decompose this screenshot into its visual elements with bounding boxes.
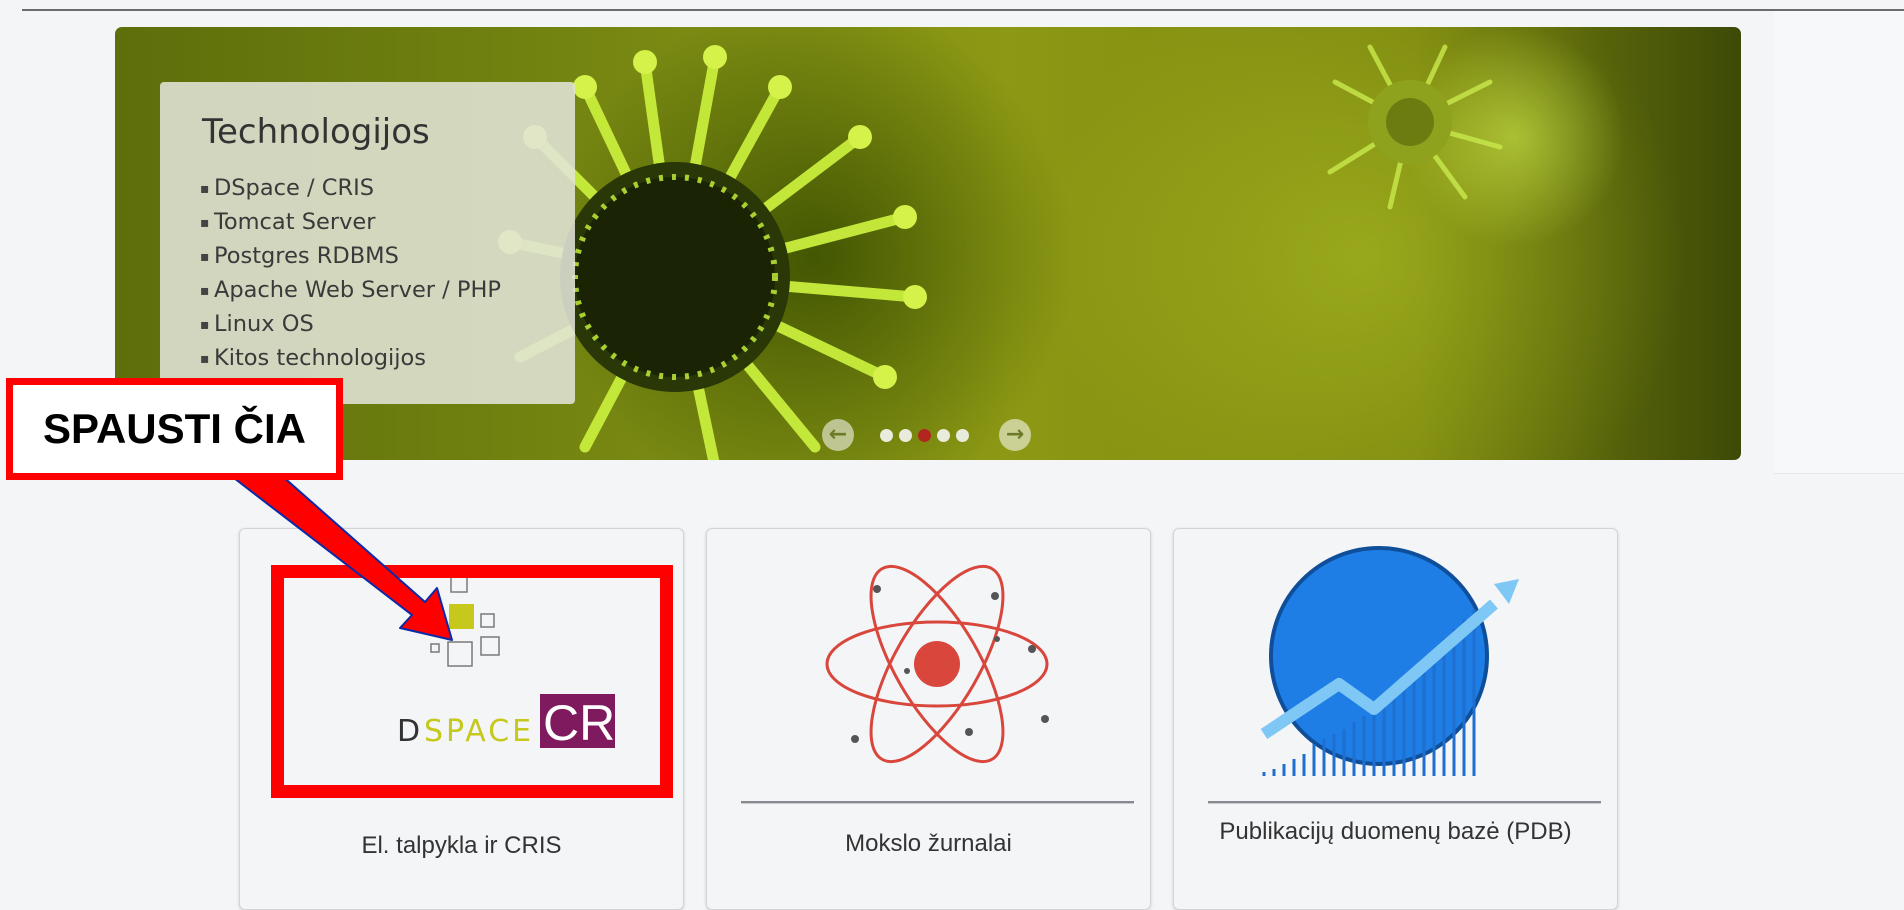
growth-chart-icon [1260, 546, 1519, 776]
technology-list: DSpace / CRIS Tomcat Server Postgres RDB… [200, 172, 501, 376]
arrow-left-circle-icon: ← [828, 422, 848, 447]
card-pdb[interactable]: Publikacijų duomenų bazė (PDB) [1173, 528, 1618, 910]
caption-title: Technologijos [202, 112, 430, 152]
carousel-dot-active[interactable] [918, 429, 931, 442]
card-label[interactable]: El. talpykla ir CRIS [240, 831, 683, 860]
list-item: Tomcat Server [200, 206, 501, 240]
carousel-next-button[interactable]: → [999, 419, 1031, 451]
carousel-caption: Technologijos DSpace / CRIS Tomcat Serve… [160, 82, 575, 404]
list-item: DSpace / CRIS [200, 172, 501, 206]
list-item: Kitos technologijos [200, 342, 501, 376]
list-item: Postgres RDBMS [200, 240, 501, 274]
card-divider [1208, 801, 1601, 804]
atom-icon [825, 564, 1049, 764]
card-label[interactable]: Publikacijų duomenų bazė (PDB) [1174, 817, 1617, 846]
card-label[interactable]: Mokslo žurnalai [707, 829, 1150, 858]
arrow-right-circle-icon: → [1005, 422, 1025, 447]
callout-text: SPAUSTI ČIA [43, 405, 306, 452]
carousel-indicators [880, 429, 969, 442]
highlight-box [271, 565, 673, 798]
carousel-dot[interactable] [899, 429, 912, 442]
carousel-dot[interactable] [956, 429, 969, 442]
carousel-prev-button[interactable]: ← [822, 419, 854, 451]
card-mokslo-zurnalai[interactable]: Mokslo žurnalai [706, 528, 1151, 910]
list-item: Apache Web Server / PHP [200, 274, 501, 308]
top-divider [22, 9, 1904, 11]
carousel-dot[interactable] [937, 429, 950, 442]
card-divider [741, 801, 1134, 804]
hero-carousel[interactable]: Technologijos DSpace / CRIS Tomcat Serve… [115, 27, 1741, 460]
carousel-dot[interactable] [880, 429, 893, 442]
right-panel [1774, 11, 1904, 474]
callout-box: SPAUSTI ČIA [6, 378, 343, 480]
list-item: Linux OS [200, 308, 501, 342]
